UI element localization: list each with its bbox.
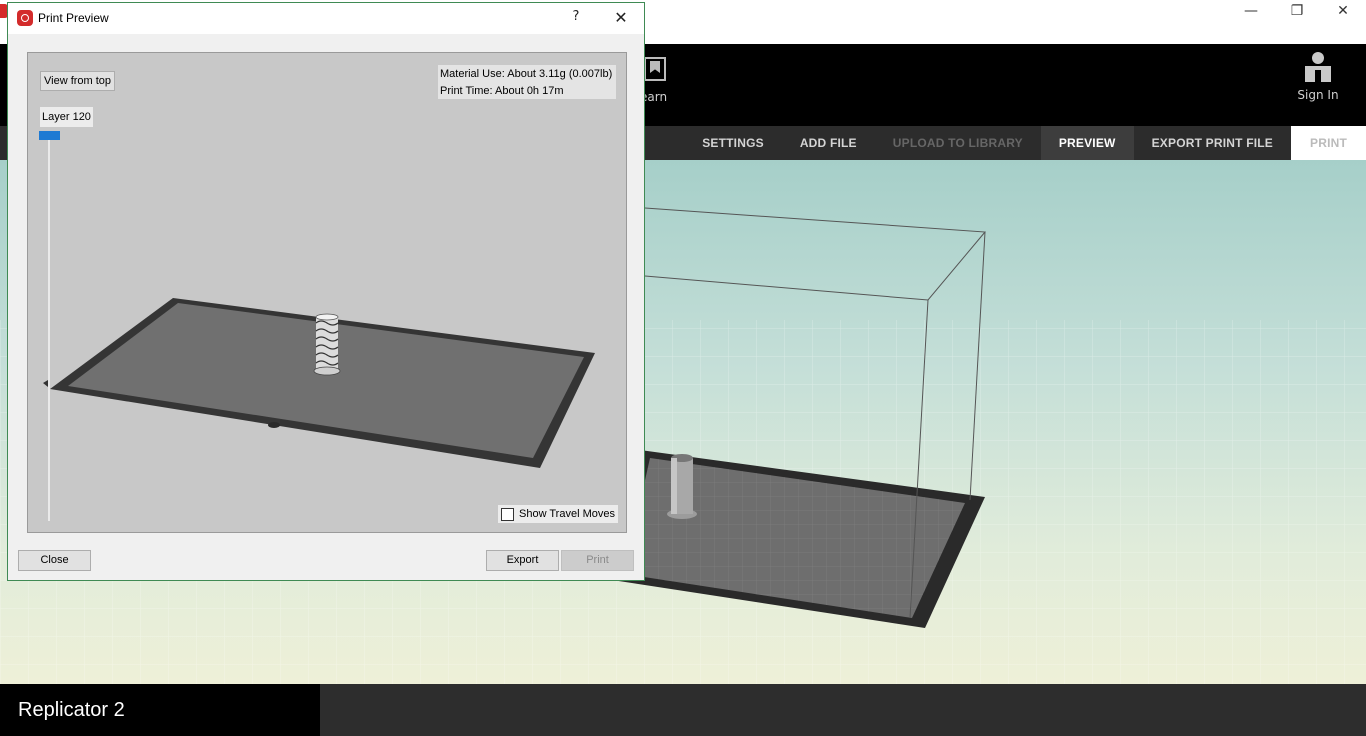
toolpath-model [313, 313, 341, 376]
status-bar: Replicator 2 [0, 684, 1366, 736]
nav-settings[interactable]: SETTINGS [684, 126, 782, 160]
close-button[interactable]: Close [18, 550, 91, 571]
dialog-titlebar: Print Preview ? ✕ [8, 3, 644, 34]
toolpath-preview-canvas[interactable]: View from top Material Use: About 3.11g … [27, 52, 627, 533]
restore-icon[interactable]: ❐ [1274, 0, 1320, 22]
material-use-text: Material Use: About 3.11g (0.007lb) [440, 68, 613, 80]
print-time-text: Print Time: About 0h 17m [440, 85, 564, 97]
nav-export-print-file[interactable]: EXPORT PRINT FILE [1134, 126, 1291, 160]
export-button[interactable]: Export [486, 550, 559, 571]
build-volume-wireframe [644, 207, 987, 301]
window-controls: — ❐ ✕ [1228, 0, 1366, 22]
nav-upload-to-library[interactable]: UPLOAD TO LIBRARY [875, 126, 1041, 160]
show-travel-moves-checkbox[interactable] [501, 507, 514, 521]
layer-slider-track[interactable] [48, 133, 50, 521]
help-icon[interactable]: ? [568, 9, 584, 27]
layer-slider-handle[interactable] [39, 131, 60, 140]
makerbot-logo-icon [17, 10, 33, 26]
sign-in-button[interactable]: Sign In [1290, 52, 1346, 112]
close-icon[interactable]: ✕ [1320, 0, 1366, 22]
print-button[interactable]: Print [561, 550, 634, 571]
sign-in-label: Sign In [1297, 88, 1339, 102]
dialog-close-icon[interactable]: ✕ [610, 7, 632, 29]
toolpath-scene [43, 298, 595, 468]
view-from-top-button[interactable]: View from top [40, 71, 116, 91]
machine-selector[interactable]: Replicator 2 [0, 684, 320, 736]
dialog-title: Print Preview [38, 11, 109, 25]
nav-print[interactable]: PRINT [1291, 126, 1366, 160]
show-travel-moves-label: Show Travel Moves [519, 508, 615, 520]
nav-preview[interactable]: PREVIEW [1040, 126, 1134, 160]
layer-label: Layer 120 [40, 107, 93, 127]
learn-button[interactable]: earn [640, 54, 680, 110]
print-preview-dialog: Print Preview ? ✕ View from top Material… [7, 2, 645, 581]
user-icon [1303, 52, 1333, 84]
nav-add-file[interactable]: ADD FILE [782, 126, 875, 160]
show-travel-moves-option[interactable]: Show Travel Moves [498, 505, 618, 523]
machine-name: Replicator 2 [18, 699, 125, 721]
bookmark-icon [644, 57, 666, 81]
minimize-icon[interactable]: — [1228, 0, 1274, 22]
print-info-box: Material Use: About 3.11g (0.007lb) Prin… [438, 65, 616, 99]
